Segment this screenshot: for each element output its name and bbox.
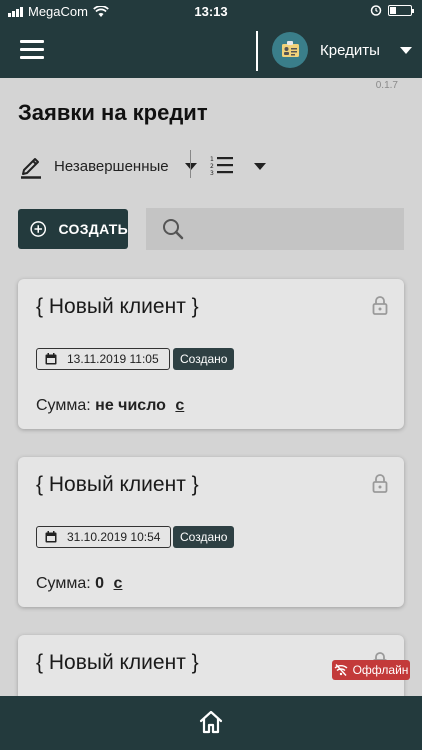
status-bar: MegaCom 13:13 (0, 0, 422, 22)
sum-value: 0 (95, 575, 105, 592)
status-badge: Создано (173, 348, 235, 370)
svg-text:1: 1 (210, 156, 214, 163)
sum-label: Сумма: (36, 397, 91, 414)
battery-icon (388, 4, 414, 16)
home-icon[interactable] (198, 709, 224, 735)
offline-label: Оффлайн (352, 663, 409, 677)
plus-circle-icon (30, 221, 47, 237)
header-divider (256, 31, 258, 71)
sort-dropdown[interactable]: 1 2 3 (210, 152, 266, 180)
avatar (272, 32, 308, 68)
status-right (370, 4, 414, 16)
account-name: Кредиты (320, 41, 380, 59)
pencil-icon (21, 158, 41, 179)
card-date: 13.11.2019 11:05 (67, 352, 159, 366)
id-card-icon (282, 41, 299, 57)
sum-currency: с (175, 397, 185, 414)
chevron-down-icon (254, 162, 266, 170)
chevron-down-icon (399, 46, 412, 54)
date-chip: 31.10.2019 10:54 (36, 526, 172, 548)
calendar-icon (45, 353, 57, 365)
application-card[interactable]: { Новый клиент } 13.11.2019 11:05 Создан… (18, 279, 404, 429)
hamburger-icon[interactable] (20, 40, 44, 60)
lock-icon (372, 296, 388, 315)
app-header: Кредиты (0, 22, 422, 78)
card-title: { Новый клиент } (36, 651, 199, 674)
sum-currency: с (113, 575, 123, 592)
toolbar-divider (190, 150, 191, 178)
status-time: 13:13 (194, 4, 228, 19)
search-box (146, 208, 404, 250)
card-title: { Новый клиент } (36, 295, 199, 318)
search-input[interactable] (194, 208, 404, 250)
filter-label: Незавершенные (54, 157, 169, 175)
application-card[interactable]: { Новый клиент } 31.10.2019 10:54 Создан… (18, 457, 404, 607)
wifi-off-icon (334, 664, 348, 676)
card-title: { Новый клиент } (36, 473, 199, 496)
account-switcher[interactable]: Кредиты (272, 32, 412, 68)
app-version: 0.1.7 (375, 80, 398, 91)
search-icon[interactable] (162, 218, 184, 240)
create-button-label: СОЗДАТЬ (58, 221, 128, 237)
battery-fill (390, 6, 396, 14)
card-date: 31.10.2019 10:54 (67, 530, 161, 544)
sum-value: не число (95, 397, 166, 414)
bottom-nav (0, 696, 422, 750)
svg-text:3: 3 (210, 170, 214, 177)
status-filter-dropdown[interactable]: Незавершенные (20, 150, 197, 182)
sum-label: Сумма: (36, 575, 91, 592)
card-sum: Сумма: не число с (36, 397, 184, 415)
card-sum: Сумма: 0 с (36, 575, 122, 593)
offline-badge: Оффлайн (332, 660, 410, 680)
create-button[interactable]: СОЗДАТЬ (18, 209, 128, 249)
numbered-list-icon: 1 2 3 (210, 156, 233, 177)
calendar-icon (45, 531, 57, 543)
page-title: Заявки на кредит (18, 100, 208, 125)
alarm-icon (370, 5, 382, 16)
lock-icon (372, 474, 388, 493)
status-badge: Создано (173, 526, 235, 548)
svg-text:2: 2 (210, 163, 214, 170)
date-chip: 13.11.2019 11:05 (36, 348, 170, 370)
